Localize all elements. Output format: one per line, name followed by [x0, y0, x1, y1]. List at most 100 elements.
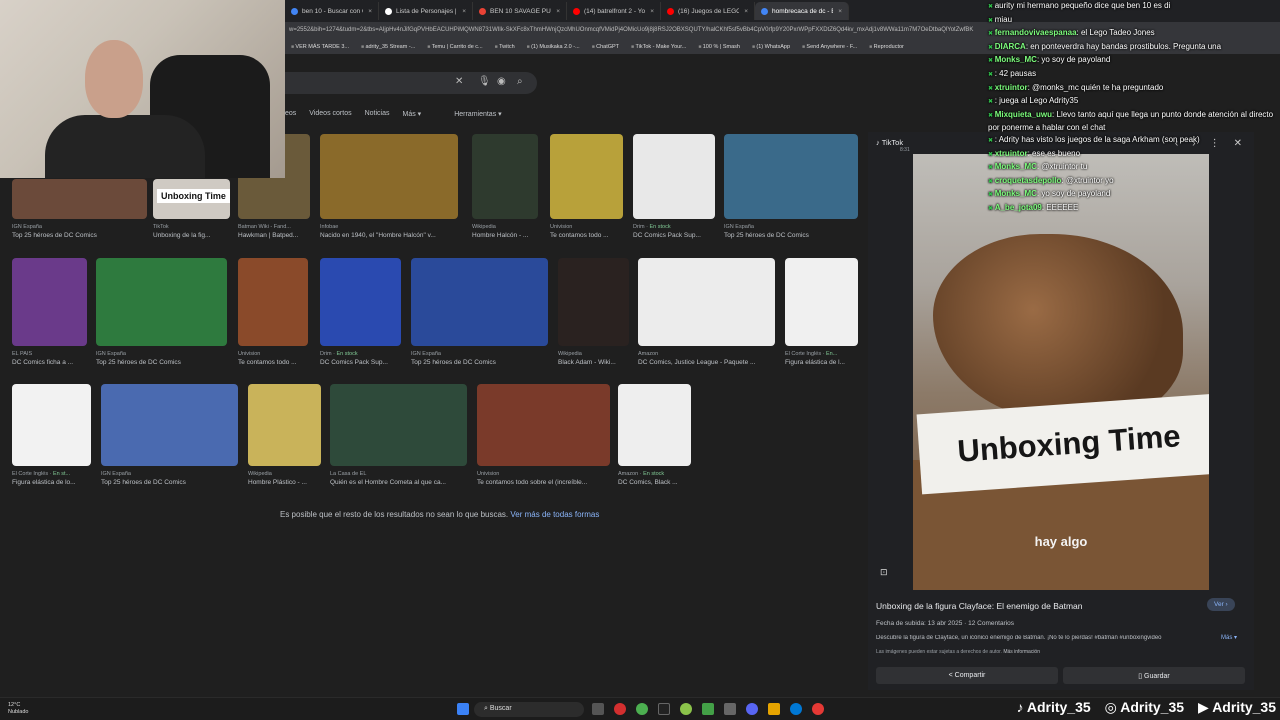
result-thumbnail[interactable]	[320, 134, 458, 219]
result-thumbnail[interactable]	[12, 179, 147, 219]
image-result[interactable]: Univision Te contamos todo ...	[550, 134, 623, 239]
tools-button[interactable]: Herramientas ▾	[454, 110, 501, 118]
browser-tab[interactable]: BEN 10 SAVAGE PURSUIT juego g ×	[473, 2, 567, 20]
result-title[interactable]: Top 25 héroes de DC Comics	[12, 232, 147, 239]
image-result[interactable]: IGN España Top 25 héroes de DC Comics	[96, 258, 227, 366]
close-tab-icon[interactable]: ×	[838, 8, 842, 15]
bookmark-item[interactable]: Reproductor	[869, 44, 904, 50]
image-result[interactable]: Univision Te contamos todo ...	[238, 258, 308, 366]
preview-title[interactable]: Unboxing de la figura Clayface: El enemi…	[876, 601, 1082, 611]
windows-start-icon[interactable]	[457, 703, 469, 715]
result-title[interactable]: Te contamos todo sobre el (increíble...	[477, 479, 610, 486]
google-lens-icon[interactable]: ⊡	[880, 567, 888, 578]
image-result[interactable]: Unboxing Time TikTok Unboxing de la fig...	[153, 179, 230, 239]
folder-icon[interactable]	[768, 703, 780, 715]
share-button[interactable]: < Compartir	[876, 667, 1058, 684]
result-thumbnail[interactable]	[96, 258, 227, 346]
preview-image[interactable]: Unboxing Time hay algo	[913, 154, 1209, 590]
bookmark-item[interactable]: (1) WhatsApp	[752, 44, 790, 50]
lens-icon[interactable]: ◉	[497, 76, 506, 87]
microphone-icon[interactable]: 🎙	[478, 76, 491, 87]
image-result[interactable]: EL PAÍS DC Comics ficha a ...	[12, 258, 87, 366]
search-icon[interactable]: ⌕	[517, 76, 523, 87]
bookmark-item[interactable]: Twitch	[495, 44, 515, 50]
result-title[interactable]: Black Adam - Wiki...	[558, 359, 629, 366]
image-result[interactable]: Drim · En stock DC Comics Pack Sup...	[320, 258, 401, 366]
visit-button[interactable]: Ver ›	[1207, 598, 1235, 611]
close-tab-icon[interactable]: ×	[650, 8, 654, 15]
result-title[interactable]: Hawkman | Batped...	[238, 232, 310, 239]
result-title[interactable]: Hombre Plástico - ...	[248, 479, 321, 486]
result-title[interactable]: Te contamos todo ...	[550, 232, 623, 239]
task-view-icon[interactable]	[592, 703, 604, 715]
result-thumbnail[interactable]	[248, 384, 321, 466]
result-thumbnail[interactable]	[550, 134, 623, 219]
browser-tab[interactable]: Lista de Personajes | Ben 10 Wiki ×	[379, 2, 473, 20]
app-icon[interactable]	[812, 703, 824, 715]
bookmark-item[interactable]: (1) Musikaka 2.0 -...	[527, 44, 580, 50]
result-title[interactable]: Hombre Halcón - ...	[472, 232, 538, 239]
more-info-link[interactable]: Más información	[1003, 649, 1040, 655]
result-title[interactable]: Top 25 héroes de DC Comics	[411, 359, 548, 366]
result-title[interactable]: Top 25 héroes de DC Comics	[724, 232, 858, 239]
image-result[interactable]: Wikipedia Hombre Halcón - ...	[472, 134, 538, 239]
result-thumbnail[interactable]	[618, 384, 691, 466]
android-icon[interactable]	[680, 703, 692, 715]
result-thumbnail[interactable]	[238, 258, 308, 346]
browser-tab[interactable]: hombrecaca de dc - Buscar con G ×	[755, 2, 849, 20]
image-result[interactable]: Wikipedia Hombre Plástico - ...	[248, 384, 321, 486]
result-thumbnail[interactable]	[12, 384, 91, 466]
result-thumbnail[interactable]: Unboxing Time	[153, 179, 230, 219]
image-result[interactable]: IGN España Top 25 héroes de DC Comics	[411, 258, 548, 366]
bookmark-item[interactable]: 100 % | Smash	[698, 44, 740, 50]
result-thumbnail[interactable]	[477, 384, 610, 466]
browser-tab[interactable]: ben 10 - Buscar con Google ×	[285, 2, 379, 20]
result-title[interactable]: DC Comics, Black ...	[618, 479, 691, 486]
image-result[interactable]: Univision Te contamos todo sobre el (incr…	[477, 384, 610, 486]
result-title[interactable]: Quién es el Hombre Cometa al que ca...	[330, 479, 467, 486]
result-thumbnail[interactable]	[330, 384, 467, 466]
search-bar[interactable]: ✕ 🎙 ◉ ⌕	[285, 72, 537, 94]
result-thumbnail[interactable]	[638, 258, 775, 346]
save-button[interactable]: ▯ Guardar	[1063, 667, 1245, 684]
image-result[interactable]: Amazon · En stock DC Comics, Black ...	[618, 384, 691, 486]
result-title[interactable]: DC Comics ficha a ...	[12, 359, 87, 366]
result-thumbnail[interactable]	[411, 258, 548, 346]
bookmark-item[interactable]: VER MÁS TARDE 3...	[291, 44, 349, 50]
close-tab-icon[interactable]: ×	[368, 8, 372, 15]
weather-widget[interactable]: 12°C Nublado	[8, 702, 29, 716]
result-title[interactable]: Figura elástica de l...	[785, 359, 858, 366]
image-result[interactable]: La Casa de EL Quién es el Hombre Cometa a…	[330, 384, 467, 486]
image-result[interactable]: IGN España Top 25 héroes de DC Comics	[101, 384, 238, 486]
result-title[interactable]: DC Comics, Justice League - Paquete ...	[638, 359, 775, 366]
result-title[interactable]: Nacido en 1940, el "Hombre Halcón" v...	[320, 232, 458, 239]
image-result[interactable]: Infobae Nacido en 1940, el "Hombre Halcón…	[320, 134, 458, 239]
result-title[interactable]: Figura elástica de lo...	[12, 479, 91, 486]
result-title[interactable]: DC Comics Pack Sup...	[320, 359, 401, 366]
result-thumbnail[interactable]	[724, 134, 858, 219]
close-tab-icon[interactable]: ×	[462, 8, 466, 15]
result-title[interactable]: Unboxing de la fig...	[153, 232, 230, 239]
result-thumbnail[interactable]	[785, 258, 858, 346]
filter-tab-short-videos[interactable]: Videos cortos	[309, 110, 351, 118]
result-title[interactable]: DC Comics Pack Sup...	[633, 232, 715, 239]
bookmark-item[interactable]: adrity_35 Stream -...	[361, 44, 415, 50]
result-title[interactable]: Top 25 héroes de DC Comics	[101, 479, 238, 486]
image-result[interactable]: IGN España Top 25 héroes de DC Comics	[724, 134, 858, 239]
close-tab-icon[interactable]: ×	[744, 8, 748, 15]
preview-source[interactable]: ♪ TikTok	[876, 138, 903, 147]
filter-tab-more[interactable]: Más ▾	[403, 110, 422, 118]
image-result[interactable]: Amazon DC Comics, Justice League - Paquet…	[638, 258, 775, 366]
filter-tab-news[interactable]: Noticias	[365, 110, 390, 118]
result-thumbnail[interactable]	[633, 134, 715, 219]
close-tab-icon[interactable]: ×	[556, 8, 560, 15]
image-result[interactable]: IGN España Top 25 héroes de DC Comics	[12, 179, 147, 239]
see-more-link[interactable]: Ver más de todas formas	[510, 510, 599, 519]
discord-icon[interactable]	[746, 703, 758, 715]
bookmark-item[interactable]: ChatGPT	[592, 44, 619, 50]
app-icon[interactable]	[724, 703, 736, 715]
app-icon[interactable]	[702, 703, 714, 715]
result-thumbnail[interactable]	[558, 258, 629, 346]
result-title[interactable]: Top 25 héroes de DC Comics	[96, 359, 227, 366]
more-button[interactable]: Más ▾	[1221, 634, 1237, 641]
